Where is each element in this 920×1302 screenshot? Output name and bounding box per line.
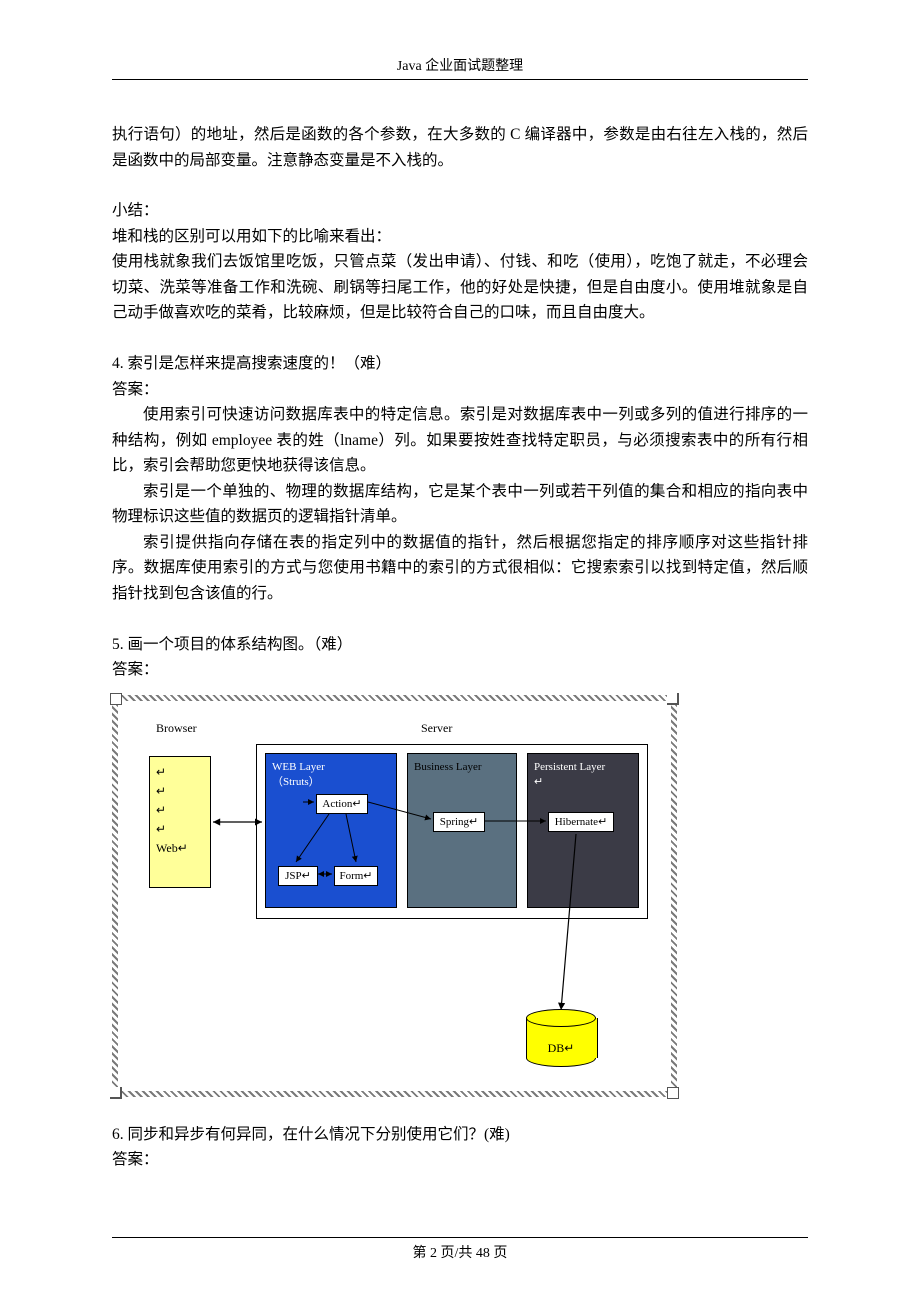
web-layer-title-2: （Struts） xyxy=(272,775,390,790)
question-4-title: 4. 索引是怎样来提高搜索速度的！（难） xyxy=(112,351,808,377)
summary-heading: 小结： xyxy=(112,198,808,224)
db-label: DB↵ xyxy=(526,1039,596,1059)
persistent-layer-title: Persistent Layer xyxy=(534,760,632,775)
question-4-answer-label: 答案： xyxy=(112,377,808,403)
persistent-layer-sub: ↵ xyxy=(534,775,632,790)
browser-line-1: ↵ xyxy=(156,763,204,782)
document-page: Java 企业面试题整理 执行语句）的地址，然后是函数的各个参数，在大多数的 C… xyxy=(0,0,920,1302)
browser-box: ↵ ↵ ↵ ↵ Web↵ xyxy=(149,756,211,888)
persistent-layer: Persistent Layer ↵ Hibernate↵ xyxy=(527,753,639,908)
business-layer-title: Business Layer xyxy=(414,760,510,775)
question-5-answer-label: 答案： xyxy=(112,657,808,683)
question-4-paragraph-3: 索引提供指向存储在表的指定列中的数据值的指针，然后根据您指定的排序顺序对这些指针… xyxy=(112,530,808,607)
hibernate-box: Hibernate↵ xyxy=(548,812,614,832)
question-5-title: 5. 画一个项目的体系结构图。（难） xyxy=(112,632,808,658)
browser-line-2: ↵ xyxy=(156,782,204,801)
page-footer: 第 2 页/共 48 页 xyxy=(112,1237,808,1262)
spring-box: Spring↵ xyxy=(433,812,485,832)
paragraph-stack-leftover: 执行语句）的地址，然后是函数的各个参数，在大多数的 C 编译器中，参数是由右往左… xyxy=(112,122,808,173)
business-layer: Business Layer Spring↵ xyxy=(407,753,517,908)
summary-body: 使用栈就象我们去饭馆里吃饭，只管点菜（发出申请）、付钱、和吃（使用），吃饱了就走… xyxy=(112,249,808,326)
architecture-diagram: Browser Server ↵ ↵ ↵ ↵ Web↵ WEB Layer （S… xyxy=(112,695,677,1097)
browser-line-web: Web↵ xyxy=(156,839,204,858)
header-title: Java 企业面试题整理 xyxy=(397,59,523,74)
action-box: Action↵ xyxy=(316,794,368,814)
server-box: WEB Layer （Struts） Action↵ JSP↵ Form↵ Bu… xyxy=(256,744,648,919)
question-4-paragraph-1: 使用索引可快速访问数据库表中的特定信息。索引是对数据库表中一列或多列的值进行排序… xyxy=(112,402,808,479)
diagram-canvas: Browser Server ↵ ↵ ↵ ↵ Web↵ WEB Layer （S… xyxy=(121,704,668,1088)
summary-intro: 堆和栈的区别可以用如下的比喻来看出： xyxy=(112,224,808,250)
server-label: Server xyxy=(421,719,452,739)
web-layer: WEB Layer （Struts） Action↵ JSP↵ Form↵ xyxy=(265,753,397,908)
browser-label: Browser xyxy=(156,719,197,739)
jsp-box: JSP↵ xyxy=(278,866,318,886)
question-6-answer-label: 答案： xyxy=(112,1147,808,1173)
question-6-title: 6. 同步和异步有何异同，在什么情况下分别使用它们？(难) xyxy=(112,1122,808,1148)
page-header: Java 企业面试题整理 xyxy=(112,55,808,80)
body-content: 执行语句）的地址，然后是函数的各个参数，在大多数的 C 编译器中，参数是由右往左… xyxy=(112,122,808,1173)
page-number: 第 2 页/共 48 页 xyxy=(413,1246,508,1261)
db-cylinder: DB↵ xyxy=(526,1009,596,1067)
question-4-paragraph-2: 索引是一个单独的、物理的数据库结构，它是某个表中一列或若干列值的集合和相应的指向… xyxy=(112,479,808,530)
browser-line-3: ↵ xyxy=(156,801,204,820)
web-layer-title-1: WEB Layer xyxy=(272,760,390,775)
browser-line-4: ↵ xyxy=(156,820,204,839)
form-box: Form↵ xyxy=(334,866,378,886)
